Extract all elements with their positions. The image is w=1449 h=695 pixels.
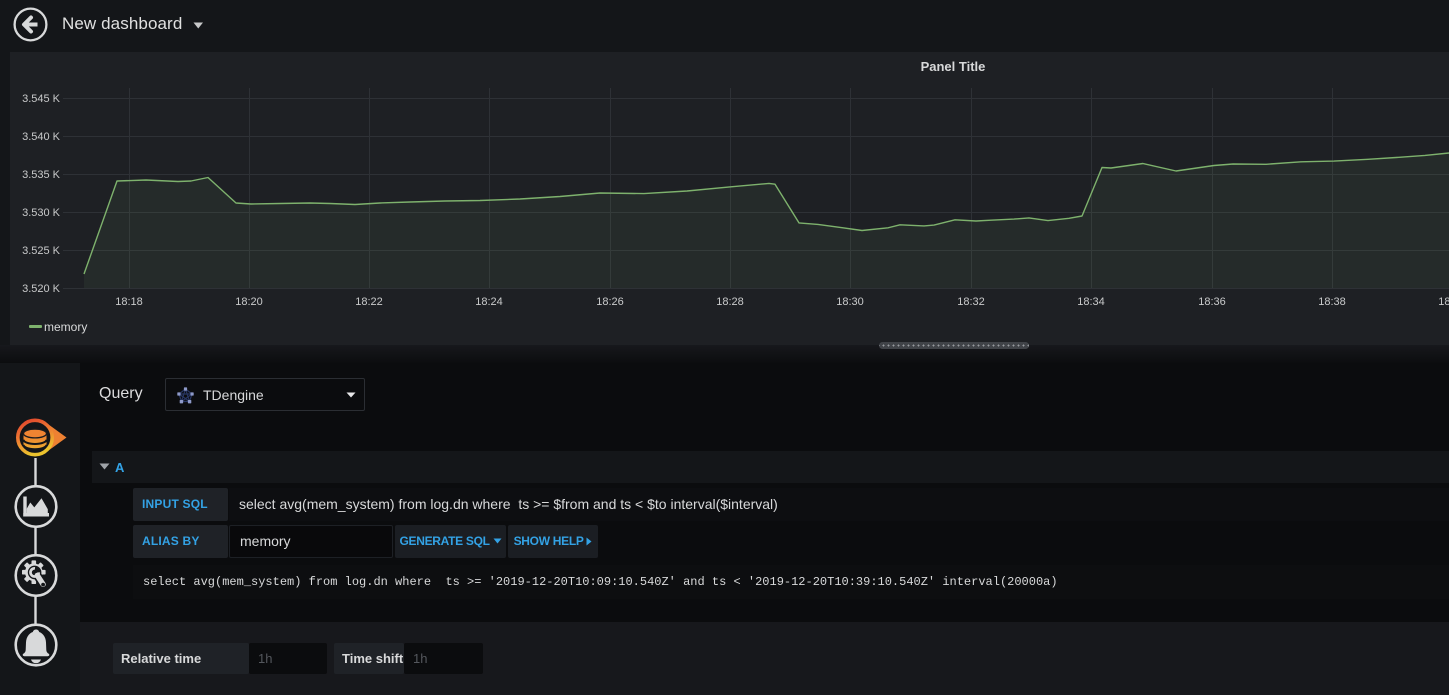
svg-text:18:20: 18:20 bbox=[235, 296, 263, 308]
svg-text:18:22: 18:22 bbox=[355, 296, 383, 308]
svg-text:3.545 K: 3.545 K bbox=[22, 93, 61, 105]
svg-text:18:36: 18:36 bbox=[1198, 296, 1226, 308]
svg-text:18:28: 18:28 bbox=[716, 296, 744, 308]
svg-text:18:30: 18:30 bbox=[836, 296, 864, 308]
svg-text:18:40: 18:40 bbox=[1438, 296, 1449, 308]
svg-text:3.535 K: 3.535 K bbox=[22, 169, 61, 181]
svg-text:3.525 K: 3.525 K bbox=[22, 245, 61, 257]
svg-text:18:34: 18:34 bbox=[1077, 296, 1105, 308]
svg-text:3.520 K: 3.520 K bbox=[22, 283, 61, 295]
svg-text:3.530 K: 3.530 K bbox=[22, 207, 61, 219]
svg-text:18:38: 18:38 bbox=[1318, 296, 1346, 308]
svg-text:18:18: 18:18 bbox=[115, 296, 143, 308]
svg-text:18:26: 18:26 bbox=[596, 296, 624, 308]
svg-text:18:32: 18:32 bbox=[957, 296, 985, 308]
svg-text:18:24: 18:24 bbox=[475, 296, 503, 308]
svg-text:3.540 K: 3.540 K bbox=[22, 131, 61, 143]
